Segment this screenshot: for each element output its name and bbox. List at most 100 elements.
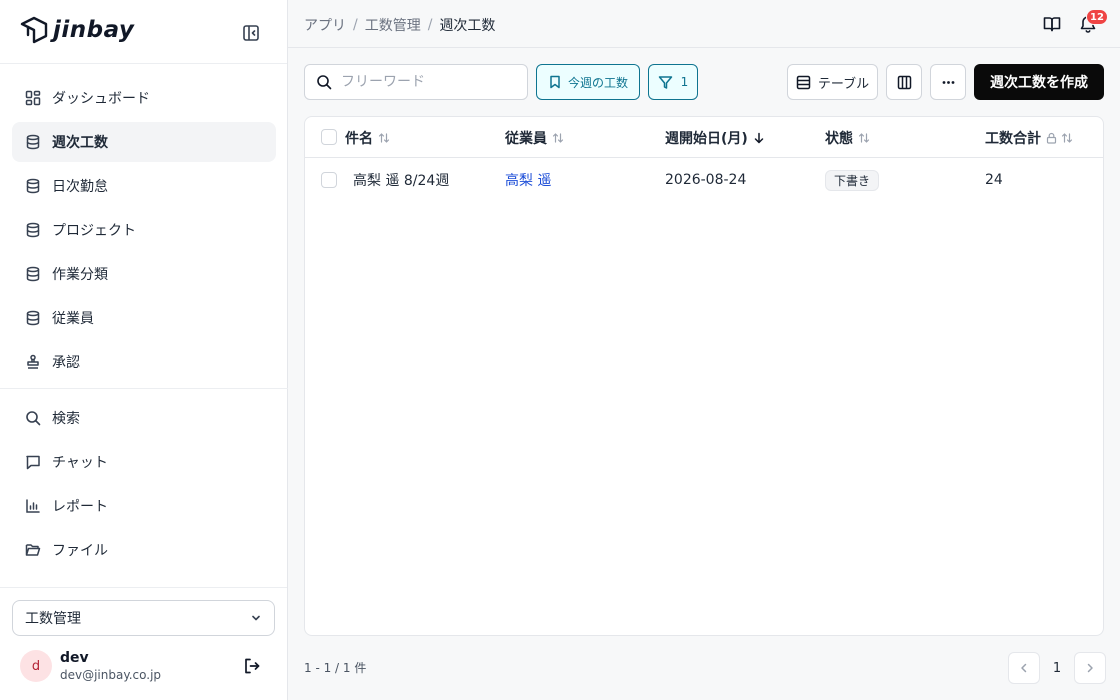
chevron-left-icon bbox=[1018, 662, 1030, 674]
records-table: 件名 従業員 週開始日(月) 状態 工数合計 高梨 遥 8/24週 高梨 遥 2… bbox=[304, 116, 1104, 636]
notification-count-badge: 12 bbox=[1086, 9, 1108, 25]
create-weekly-hours-button[interactable]: 週次工数を作成 bbox=[974, 64, 1104, 100]
previous-page-button[interactable] bbox=[1008, 652, 1040, 684]
sidebar-item-search[interactable]: 検索 bbox=[12, 398, 276, 438]
column-header-status[interactable]: 状態 bbox=[825, 117, 870, 158]
breadcrumb-separator: / bbox=[353, 17, 358, 33]
main-content: アプリ / 工数管理 / 週次工数 12 フリーワード 今週の工数 1 テーブル… bbox=[288, 0, 1120, 700]
bar-chart-icon bbox=[24, 497, 42, 515]
sort-icon bbox=[378, 132, 390, 144]
column-header-label: 週開始日(月) bbox=[665, 130, 748, 147]
user-name: dev bbox=[60, 650, 89, 666]
column-header-label: 件名 bbox=[345, 130, 373, 147]
chevron-down-icon bbox=[250, 612, 262, 624]
logo-text: jinbay bbox=[53, 17, 135, 43]
status-badge: 下書き bbox=[825, 169, 880, 191]
database-icon bbox=[24, 265, 42, 283]
sidebar-item-label: 作業分類 bbox=[52, 267, 108, 283]
workspace-select-value: 工数管理 bbox=[25, 611, 81, 627]
sidebar-nav: ダッシュボード 週次工数 日次勤怠 プロジェクト 作業分類 従業員 承認 検索 … bbox=[0, 78, 288, 574]
sidebar-item-label: 従業員 bbox=[52, 311, 94, 327]
logo-icon bbox=[20, 16, 48, 44]
chat-icon bbox=[24, 453, 42, 471]
column-header-employee[interactable]: 従業員 bbox=[505, 117, 564, 158]
column-header-label: 従業員 bbox=[505, 130, 547, 147]
notifications-button[interactable]: 12 bbox=[1078, 9, 1108, 36]
column-header-total-hours[interactable]: 工数合計 bbox=[985, 117, 1073, 158]
breadcrumb-current: 週次工数 bbox=[439, 18, 496, 34]
record-count: 1 - 1 / 1 件 bbox=[304, 661, 367, 675]
sidebar-item-reports[interactable]: レポート bbox=[12, 486, 276, 526]
pagination: 1 bbox=[1008, 652, 1106, 684]
search-input[interactable] bbox=[341, 74, 511, 90]
more-horizontal-icon bbox=[941, 75, 956, 90]
sort-icon bbox=[858, 132, 870, 144]
sidebar-item-files[interactable]: ファイル bbox=[12, 530, 276, 570]
saved-view-label: 今週の工数 bbox=[567, 75, 628, 90]
user-email: dev@jinbay.co.jp bbox=[60, 668, 162, 682]
column-header-label: 工数合計 bbox=[985, 130, 1041, 147]
search-icon bbox=[24, 409, 42, 427]
columns-button[interactable] bbox=[886, 64, 922, 100]
table-icon bbox=[796, 75, 811, 90]
sidebar-item-weekly-hours[interactable]: 週次工数 bbox=[12, 122, 276, 162]
cell-week-start: 2026-08-24 bbox=[665, 172, 747, 188]
sidebar-divider bbox=[0, 388, 288, 389]
sort-icon bbox=[552, 132, 564, 144]
filter-count: 1 bbox=[680, 75, 689, 89]
stamp-icon bbox=[24, 353, 42, 371]
search-icon bbox=[316, 74, 332, 90]
avatar[interactable]: d bbox=[20, 650, 52, 682]
breadcrumb-separator: / bbox=[427, 17, 433, 33]
user-profile: d dev dev@jinbay.co.jp bbox=[20, 648, 270, 688]
logout-icon[interactable] bbox=[242, 656, 262, 676]
sidebar-item-projects[interactable]: プロジェクト bbox=[12, 210, 276, 250]
sort-icon bbox=[1061, 132, 1073, 144]
dashboard-icon bbox=[24, 89, 42, 107]
sidebar-item-work-categories[interactable]: 作業分類 bbox=[12, 254, 276, 294]
app-logo[interactable]: jinbay bbox=[20, 16, 134, 44]
table-row[interactable]: 高梨 遥 8/24週 高梨 遥 2026-08-24 下書き 24 bbox=[305, 158, 1103, 202]
sidebar-item-label: ファイル bbox=[52, 543, 108, 559]
next-page-button[interactable] bbox=[1074, 652, 1106, 684]
cell-title[interactable]: 高梨 遥 8/24週 bbox=[353, 158, 449, 202]
search-box bbox=[304, 64, 528, 100]
column-header-label: 状態 bbox=[825, 130, 853, 147]
sidebar-item-approvals[interactable]: 承認 bbox=[12, 342, 276, 382]
sidebar-item-dashboard[interactable]: ダッシュボード bbox=[12, 78, 276, 118]
sidebar-item-label: 承認 bbox=[52, 355, 80, 371]
book-icon[interactable] bbox=[1042, 14, 1062, 34]
sidebar-item-label: レポート bbox=[52, 499, 108, 515]
sidebar-item-label: プロジェクト bbox=[52, 223, 136, 239]
sidebar: jinbay ダッシュボード 週次工数 日次勤怠 プロジェクト 作業分類 従業員… bbox=[0, 0, 288, 700]
row-checkbox[interactable] bbox=[321, 172, 337, 188]
sidebar-bottom-divider bbox=[0, 587, 287, 588]
saved-view-button[interactable]: 今週の工数 bbox=[536, 64, 640, 100]
cell-status: 下書き bbox=[825, 158, 880, 202]
breadcrumb-apps[interactable]: アプリ bbox=[304, 15, 346, 35]
sidebar-item-label: 検索 bbox=[52, 411, 80, 427]
filter-icon bbox=[658, 75, 673, 90]
sidebar-item-label: 日次勤怠 bbox=[52, 179, 108, 195]
columns-icon bbox=[897, 75, 912, 90]
more-options-button[interactable] bbox=[930, 64, 966, 100]
sidebar-item-daily-attendance[interactable]: 日次勤怠 bbox=[12, 166, 276, 206]
sidebar-item-label: チャット bbox=[52, 455, 108, 471]
lock-icon bbox=[1046, 132, 1057, 144]
column-header-week-start[interactable]: 週開始日(月) bbox=[665, 117, 765, 158]
select-all-checkbox[interactable] bbox=[321, 129, 337, 145]
collapse-sidebar-button[interactable] bbox=[240, 22, 262, 44]
sidebar-item-label: ダッシュボード bbox=[52, 91, 150, 107]
chevron-right-icon bbox=[1084, 662, 1096, 674]
workspace-select[interactable]: 工数管理 bbox=[12, 600, 275, 636]
sidebar-item-chat[interactable]: チャット bbox=[12, 442, 276, 482]
breadcrumb-workspace[interactable]: 工数管理 bbox=[365, 15, 421, 35]
filter-button[interactable]: 1 bbox=[648, 64, 698, 100]
column-header-title[interactable]: 件名 bbox=[345, 117, 390, 158]
page-number[interactable]: 1 bbox=[1041, 652, 1073, 684]
sidebar-item-employees[interactable]: 従業員 bbox=[12, 298, 276, 338]
cell-employee-link[interactable]: 高梨 遥 bbox=[505, 158, 551, 202]
view-mode-button[interactable]: テーブル bbox=[787, 64, 878, 100]
folder-icon bbox=[24, 541, 42, 559]
cell-total-hours: 24 bbox=[985, 172, 1003, 188]
